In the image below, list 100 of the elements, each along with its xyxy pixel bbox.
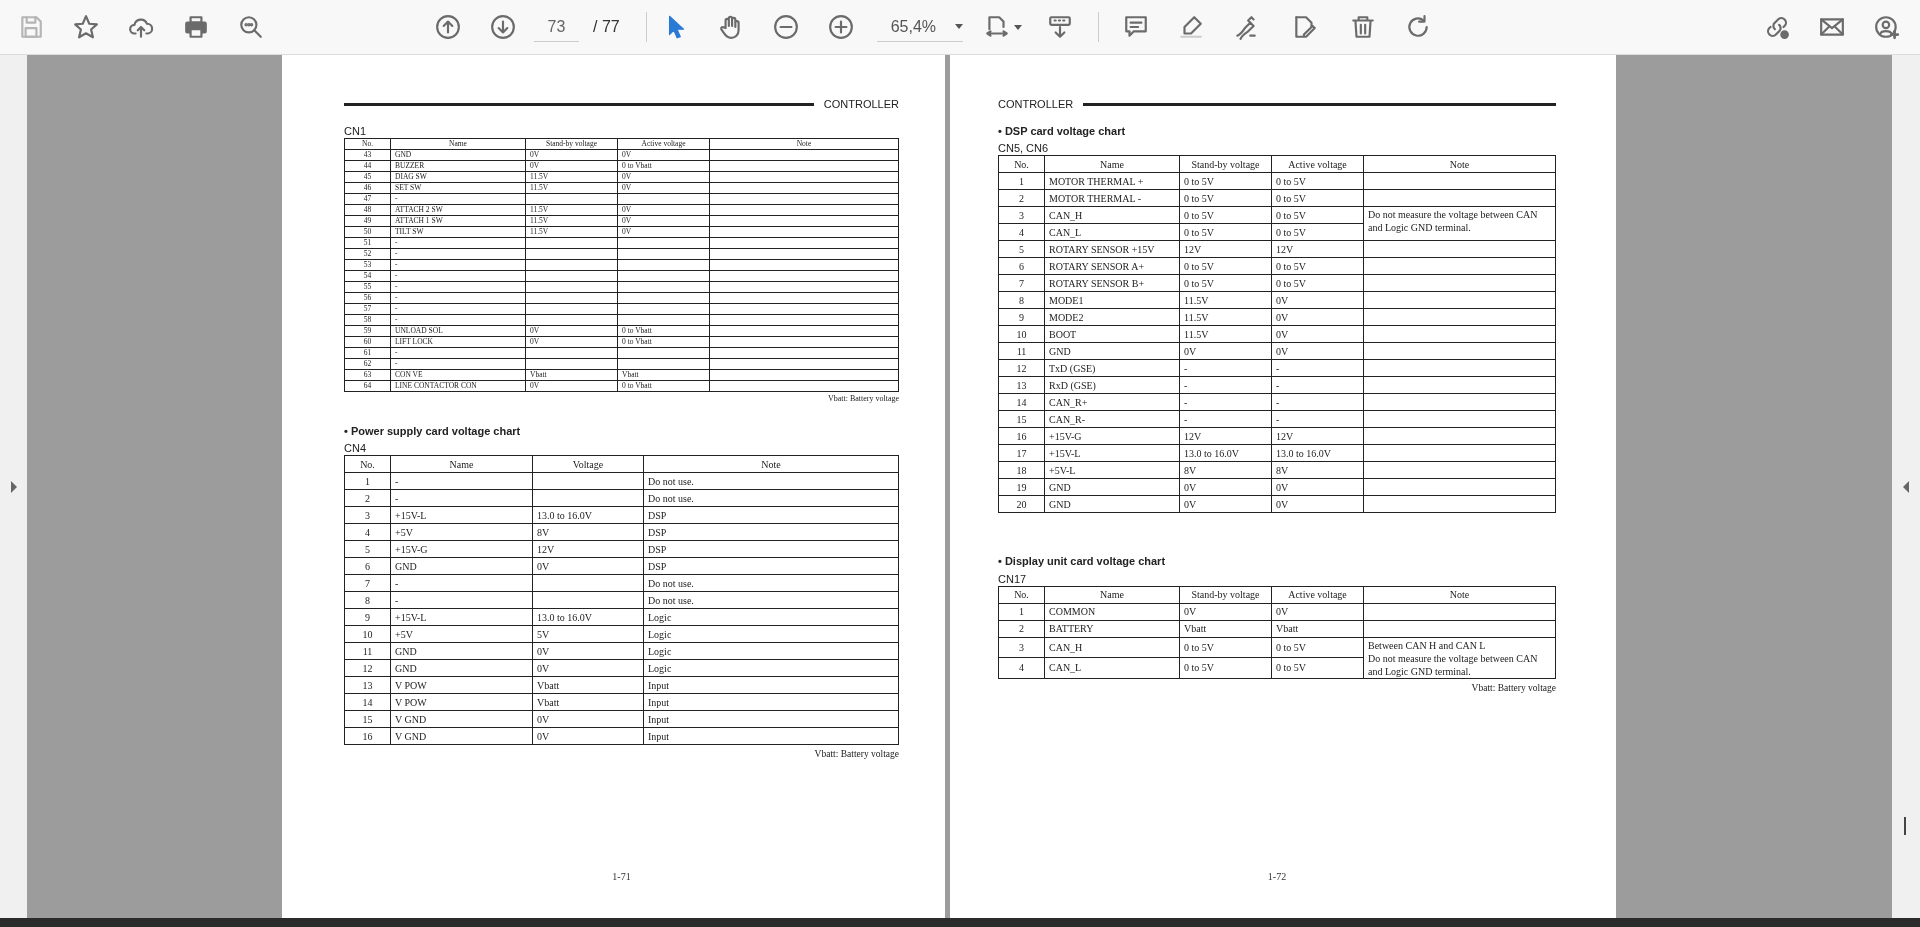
table-cell: 9 [998,308,1045,326]
table-cell: - [390,489,533,507]
table-cell: Do not use. [643,591,899,609]
expand-arrow-icon[interactable] [9,480,18,493]
table-cell: 13 [998,376,1045,394]
table-cell: GND [390,557,533,575]
table-cell: COMMON [1044,603,1180,620]
column-header: Stand-by voltage [1179,586,1272,603]
table-cell: CAN_R- [1044,410,1180,428]
table-cell: TxD (GSE) [1044,359,1180,377]
table-cell: 0 to 5V [1179,637,1272,658]
table-cell: 0V [1271,495,1364,513]
table-cell: ROTARY SENSOR +15V [1044,240,1180,258]
table-cell: GND [390,659,533,677]
table-cell: 0V [1179,478,1272,496]
table-cell: 4 [344,523,391,541]
table-cell: MOTOR THERMAL - [1044,189,1180,207]
comment-icon[interactable] [1123,14,1150,40]
table-cell: RxD (GSE) [1044,376,1180,394]
table-cell: 12V [1271,240,1364,258]
table-cell: 6 [998,257,1045,275]
footnote: Vbatt: Battery voltage [813,748,899,761]
table-cell: 3 [998,637,1045,658]
table-cell: V GND [390,727,533,745]
table-cell: +5V [390,523,533,541]
scroll-marker[interactable] [1904,817,1906,835]
table-cell: 11 [344,642,391,660]
table-cell: 12 [344,659,391,677]
table-cell: 0 to 5V [1179,274,1272,292]
table-cell: - [1271,359,1364,377]
table-cell: 14 [998,393,1045,411]
table-cell: - [390,472,533,490]
table-cell: +15V-L [390,608,533,626]
caret-icon[interactable] [1013,24,1022,30]
table-cell: Do not use. [643,489,899,507]
table-cell: 0V [1271,603,1364,620]
zoom-out-icon[interactable] [773,14,800,40]
table-cell: GND [1044,495,1180,513]
connector-label: CN17 [998,572,1028,586]
table-cell: 13.0 to 16.0V [1179,444,1272,462]
column-header: Note [1363,155,1556,173]
column-header: No. [998,155,1045,173]
table-cell: 11 [998,342,1045,360]
table-cell: 2 [998,620,1045,637]
table-cell: 10 [998,325,1045,343]
caret-icon [954,24,963,29]
table-cell: 11.5V [1179,308,1272,326]
add-user-icon[interactable] [1873,14,1900,40]
table-cell: 15 [344,710,391,728]
connector-label: CN4 [344,442,367,455]
print-icon[interactable] [182,14,209,40]
page-number-field[interactable]: 73 [534,12,579,42]
table-cell: 0V [1271,291,1364,309]
table-cell: V POW [390,676,533,694]
expand-arrow-icon[interactable] [1902,480,1910,493]
table-cell: CAN_L [1044,223,1180,241]
zoom-in-icon[interactable] [828,14,855,40]
star-icon[interactable] [72,14,99,40]
scroll-mode-icon[interactable] [1047,14,1074,40]
table-cell: - [1179,376,1272,394]
table-cell: GND [1044,478,1180,496]
table-cell: DSP [643,557,899,575]
table-cell: DSP [643,523,899,541]
table-cell: Do not use. [643,472,899,490]
table-cell: 18 [998,461,1045,479]
arrow-down-circle-icon[interactable] [489,14,516,40]
column-header: Name [1044,155,1180,173]
table-cell: 2 [344,489,391,507]
table-cell: 0V [1271,325,1364,343]
table-cell: 12 [998,359,1045,377]
table-cell: Vbatt [532,676,644,694]
table-cell: V POW [390,693,533,711]
search-icon[interactable] [237,14,264,40]
column-header: Note [1363,586,1556,603]
table-cell: +15V-G [390,540,533,558]
trash-icon[interactable] [1350,14,1377,40]
table-cell: - [390,591,533,609]
table-cell: 13.0 to 16.0V [532,506,644,524]
table-cell: 0V [1271,342,1364,360]
table-cell: 0 to 5V [1271,189,1364,207]
table-cell: 0 to 5V [1179,657,1272,678]
zoom-dropdown[interactable]: 65,4% [876,12,963,42]
table-cell: - [1271,393,1364,411]
table-cell: 1 [998,172,1045,190]
table-cell: 12V [532,540,644,558]
section-heading: • Display unit card voltage chart [998,554,1167,569]
column-header: Note [643,455,899,473]
arrow-up-circle-icon[interactable] [434,14,461,40]
table-cell: Do not measure the voltage between CAN and Logic GND terminal. [1363,206,1556,241]
section-heading: • DSP card voltage chart [998,123,1127,139]
highlighter-icon[interactable] [1178,14,1205,40]
table-cell: BATTERY [1044,620,1180,637]
connector-label: CN5, CN6 [998,142,1050,155]
page-header: CONTROLLER [823,97,899,112]
table-cell: 3 [998,206,1045,224]
connector-label: CN1 [344,124,367,138]
table-cell: 5 [998,240,1045,258]
fit-page-icon[interactable] [983,14,1010,40]
table-cell: 5 [344,540,391,558]
table-cell: 14 [344,693,391,711]
